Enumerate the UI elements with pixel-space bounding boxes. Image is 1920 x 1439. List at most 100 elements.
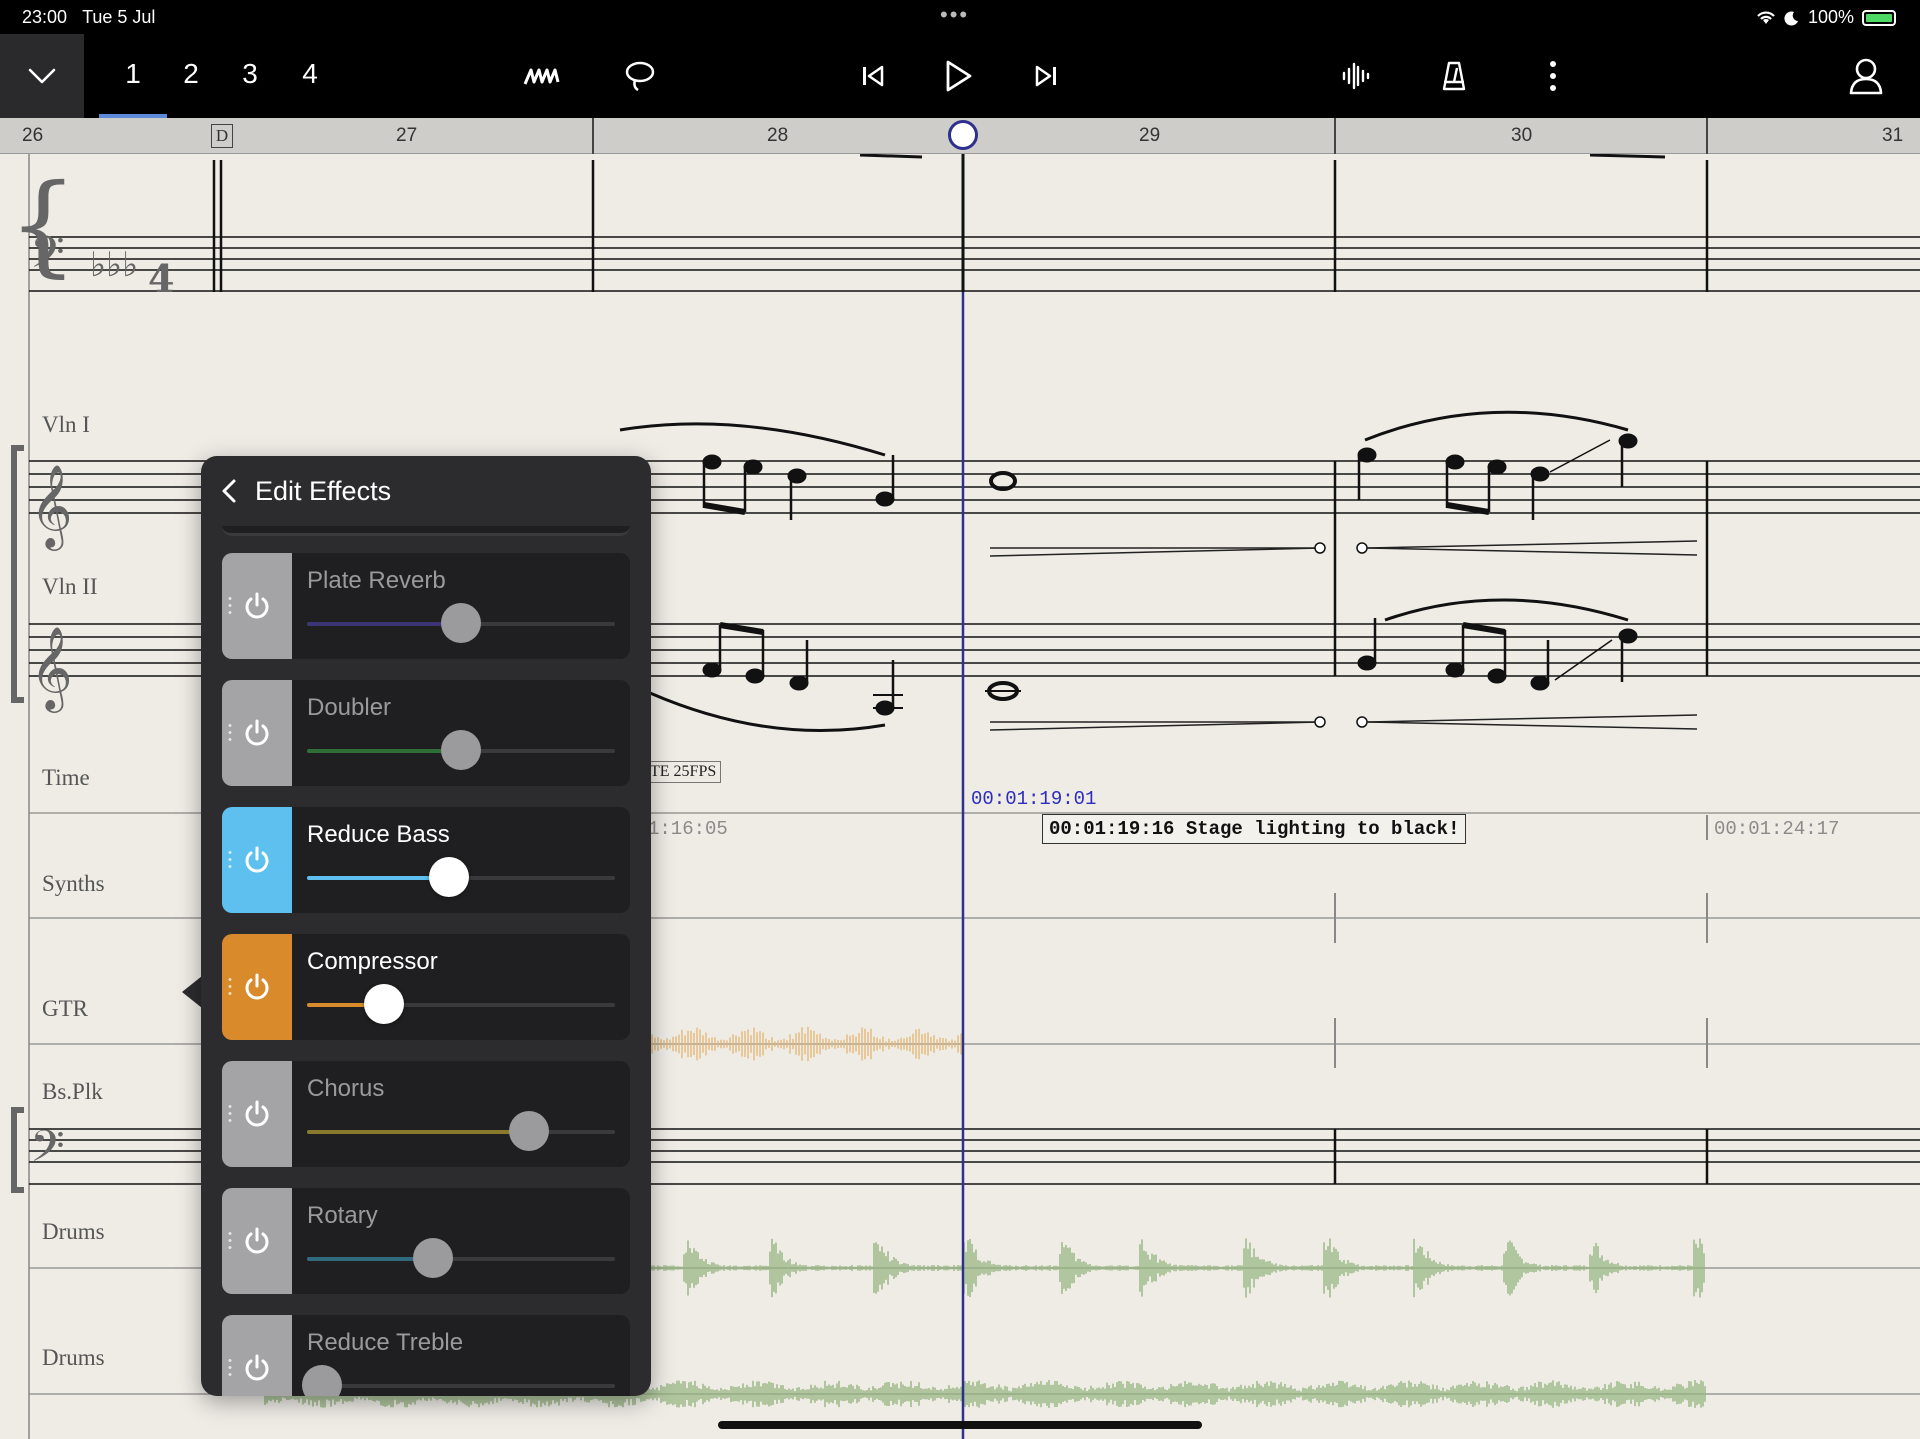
more-vertical-icon[interactable]: [1531, 54, 1575, 98]
battery-percent: 100%: [1807, 7, 1854, 27]
page-tab-1[interactable]: 1: [99, 58, 167, 118]
skip-forward-icon[interactable]: [1024, 54, 1068, 98]
rehearsal-mark: D: [211, 124, 233, 148]
slider-thumb[interactable]: [428, 857, 469, 897]
waveform-icon[interactable]: [1334, 54, 1378, 98]
instrument-label-bass-pluck[interactable]: Bs.Plk: [42, 1079, 103, 1105]
playhead-handle[interactable]: [948, 120, 978, 150]
treble-clef-icon: 𝄞: [30, 463, 73, 551]
slider-fill: [307, 622, 461, 626]
instrument-label-guitar[interactable]: GTR: [42, 996, 88, 1022]
effect-row[interactable]: Reduce Treble: [222, 1315, 630, 1396]
effect-name: Rotary: [307, 1202, 378, 1229]
instrument-label-violin-2[interactable]: Vln II: [42, 574, 98, 600]
effect-row[interactable]: Compressor: [222, 934, 630, 1040]
effect-row-partial: [222, 526, 630, 536]
profile-icon[interactable]: [1844, 54, 1888, 98]
waveform-drums-1: [651, 1238, 1705, 1298]
collapse-button[interactable]: [0, 34, 84, 118]
instrument-label-time[interactable]: Time: [42, 765, 90, 791]
drag-handle[interactable]: [228, 722, 232, 744]
lasso-icon[interactable]: [618, 54, 662, 98]
effect-row[interactable]: Chorus: [222, 1061, 630, 1167]
effect-name: Chorus: [307, 1075, 385, 1102]
track-barlines: [1334, 815, 1708, 1068]
slider-thumb[interactable]: [413, 1238, 454, 1278]
bass-clef-icon: 𝄢: [30, 1120, 65, 1183]
slider-thumb[interactable]: [441, 730, 481, 770]
instrument-label-synths[interactable]: Synths: [42, 871, 105, 897]
power-toggle-plate-reverb[interactable]: [222, 553, 292, 659]
drag-handle[interactable]: [228, 1357, 232, 1379]
back-button[interactable]: [221, 479, 245, 503]
effect-row[interactable]: Reduce Bass: [222, 807, 630, 913]
power-toggle-compressor[interactable]: [222, 934, 292, 1040]
page-tab-2[interactable]: 2: [161, 58, 221, 90]
effect-row[interactable]: Plate Reverb: [222, 553, 630, 659]
slider-fill: [307, 749, 461, 753]
page-tab-3[interactable]: 3: [220, 58, 280, 90]
page-tab-4[interactable]: 4: [280, 58, 340, 90]
instrument-label-violin-1[interactable]: Vln I: [42, 412, 90, 438]
effect-name: Compressor: [307, 948, 438, 975]
drag-handle[interactable]: [228, 595, 232, 617]
bar-number: 29: [1139, 125, 1161, 146]
bar-number: 30: [1511, 125, 1533, 146]
slider-fill: [307, 876, 449, 880]
slider-thumb[interactable]: [302, 1365, 343, 1396]
power-toggle-reduce-treble[interactable]: [222, 1315, 292, 1396]
effect-name: Doubler: [307, 694, 392, 721]
effect-slider-chorus[interactable]: [307, 1111, 615, 1151]
power-icon: [245, 846, 269, 873]
cue-marker[interactable]: 00:01:19:16 Stage lighting to black!: [1042, 814, 1467, 844]
bracket-icon: [11, 445, 24, 703]
drag-handle[interactable]: [228, 1103, 232, 1125]
power-icon: [245, 719, 269, 746]
edit-effects-panel: Edit Effects Plate Reverb Doubler Reduce B…: [201, 456, 651, 1396]
effect-row[interactable]: Doubler: [222, 680, 630, 786]
power-toggle-reduce-bass[interactable]: [222, 807, 292, 913]
slider-thumb[interactable]: [364, 984, 404, 1024]
home-indicator[interactable]: [718, 1421, 1202, 1429]
key-signature: ♭♭♭: [90, 245, 138, 285]
timecode-left: 1:16:05: [648, 818, 728, 840]
power-icon: [245, 973, 269, 1000]
effect-slider-rotary[interactable]: [307, 1238, 615, 1278]
drag-handle[interactable]: [228, 849, 232, 871]
play-icon[interactable]: [936, 54, 980, 98]
wifi-icon: [1757, 11, 1775, 24]
drag-handle[interactable]: [228, 1230, 232, 1252]
effect-slider-plate-reverb[interactable]: [307, 603, 615, 643]
effect-slider-doubler[interactable]: [307, 730, 615, 770]
skip-back-icon[interactable]: [851, 54, 895, 98]
time-signature: 4: [148, 256, 174, 301]
power-toggle-chorus[interactable]: [222, 1061, 292, 1167]
effect-slider-reduce-bass[interactable]: [307, 857, 615, 897]
power-icon: [245, 1100, 269, 1127]
effect-slider-reduce-treble[interactable]: [302, 1365, 615, 1396]
bass-clef-icon: 𝄢: [30, 226, 65, 289]
status-bar: 23:00 Tue 5 Jul ••• 100%: [0, 0, 1920, 34]
effect-name: Plate Reverb: [307, 567, 446, 594]
smpte-label: TE 25FPS: [645, 761, 722, 783]
battery-icon: [1862, 9, 1896, 26]
effect-row[interactable]: Rotary: [222, 1188, 630, 1294]
power-toggle-doubler[interactable]: [222, 680, 292, 786]
slider-thumb[interactable]: [441, 603, 481, 643]
power-toggle-rotary[interactable]: [222, 1188, 292, 1294]
bar-number: 28: [767, 125, 789, 146]
instrument-label-drums-1[interactable]: Drums: [42, 1219, 105, 1245]
bar-number: 27: [396, 125, 418, 146]
multitasking-dots[interactable]: •••: [940, 2, 969, 28]
effect-name: Reduce Bass: [307, 821, 450, 848]
notes-violin-1: [619, 410, 1698, 557]
slider-thumb[interactable]: [508, 1111, 549, 1151]
handwriting-icon[interactable]: [520, 54, 564, 98]
drag-handle[interactable]: [228, 976, 232, 998]
effect-list[interactable]: Plate Reverb Doubler Reduce Bass Compressor…: [201, 526, 651, 1396]
status-indicators: 100%: [1756, 7, 1896, 28]
instrument-label-drums-2[interactable]: Drums: [42, 1345, 105, 1371]
effect-slider-compressor[interactable]: [307, 984, 615, 1024]
bracket-icon: [11, 1107, 24, 1193]
metronome-icon[interactable]: [1432, 54, 1476, 98]
